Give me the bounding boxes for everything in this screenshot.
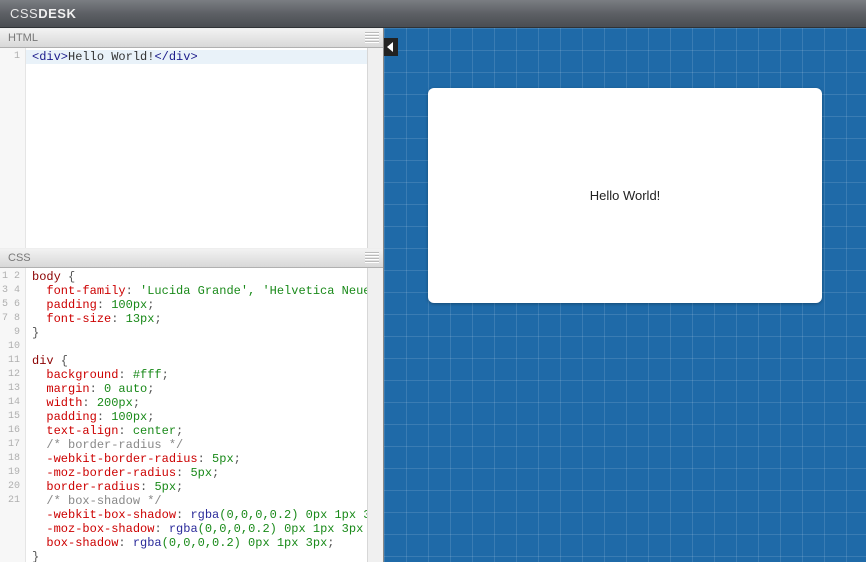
preview-card: Hello World! (428, 88, 822, 303)
html-editor[interactable]: 1 <div>Hello World!</div> (0, 48, 383, 248)
editors-column: HTML 1 <div>Hello World!</div> CSS 1 2 3… (0, 28, 384, 562)
css-panel-title: CSS (8, 252, 31, 264)
preview-text: Hello World! (590, 188, 661, 203)
grip-icon[interactable] (365, 252, 379, 264)
preview-pane[interactable]: Hello World! (384, 28, 866, 562)
html-panel-header[interactable]: HTML (0, 28, 383, 48)
css-editor[interactable]: 1 2 3 4 5 6 7 8 9 10 11 12 13 14 15 16 1… (0, 268, 383, 562)
css-code-body[interactable]: body { font-family: 'Lucida Grande', 'He… (26, 268, 383, 562)
html-gutter: 1 (0, 48, 26, 248)
html-code-body[interactable]: <div>Hello World!</div> (26, 48, 383, 248)
main-layout: HTML 1 <div>Hello World!</div> CSS 1 2 3… (0, 28, 866, 562)
chevron-left-icon (387, 42, 395, 52)
vertical-scrollbar[interactable] (367, 48, 383, 248)
css-gutter: 1 2 3 4 5 6 7 8 9 10 11 12 13 14 15 16 1… (0, 268, 26, 562)
collapse-editors-button[interactable] (384, 38, 398, 56)
vertical-scrollbar[interactable] (367, 268, 383, 562)
grip-icon[interactable] (365, 32, 379, 44)
app-header: CSSDESK (0, 0, 866, 28)
css-panel-header[interactable]: CSS (0, 248, 383, 268)
logo-part-desk: DESK (38, 6, 76, 21)
html-panel-title: HTML (8, 32, 38, 44)
preview-column: Hello World! (384, 28, 866, 562)
logo-part-css: CSS (10, 6, 38, 21)
